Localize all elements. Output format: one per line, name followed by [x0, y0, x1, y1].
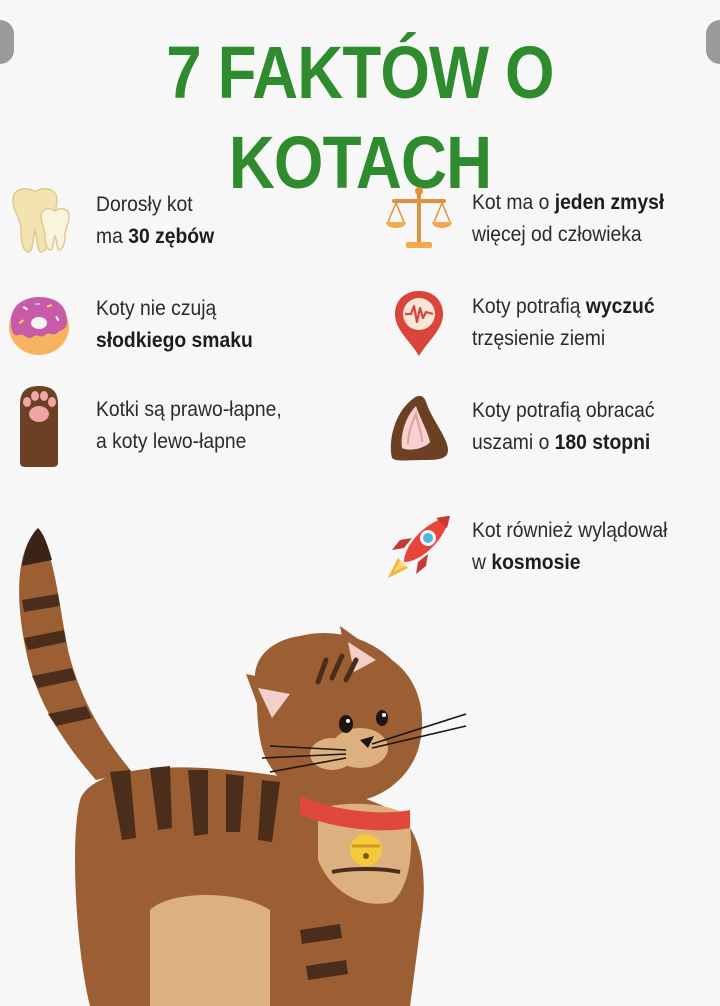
fact-line: Koty potrafią [472, 295, 586, 318]
left-edge-decoration [0, 20, 14, 64]
fact-ears-text: Koty potrafią obracać uszami o 180 stopn… [472, 395, 655, 459]
fact-highlight: 180 stopni [554, 431, 651, 454]
fact-line: Kot również wylądował [472, 519, 668, 542]
fact-line: Kot ma o [472, 191, 555, 214]
fact-paws-text: Kotki są prawo-łapne, a koty lewo-łapne [96, 394, 282, 458]
fact-space-text: Kot również wylądował w kosmosie [472, 515, 667, 579]
fact-earthquake-text: Koty potrafią wyczuć trzęsienie ziemi [472, 291, 655, 355]
fact-highlight: 30 zębów [128, 225, 215, 248]
fact-highlight: wyczuć [585, 295, 655, 318]
fact-teeth: Dorosły kot ma 30 zębów [4, 186, 224, 256]
fact-highlight: jeden zmysł [554, 191, 665, 214]
fact-line: Koty nie czują [96, 297, 217, 320]
fact-senses-text: Kot ma o jeden zmysł więcej od człowieka [472, 187, 664, 251]
fact-sweet-text: Koty nie czują słodkiego smaku [96, 293, 253, 357]
tooth-icon [4, 186, 74, 256]
cat-illustration [19, 528, 467, 1006]
fact-ears: Koty potrafią obracać uszami o 180 stopn… [384, 392, 670, 462]
fact-paws: Kotki są prawo-łapne, a koty lewo-łapne [4, 384, 298, 468]
right-edge-decoration [706, 20, 720, 64]
donut-icon [4, 290, 74, 360]
fact-line: Koty potrafią obracać [472, 399, 655, 422]
fact-line: trzęsienie ziemi [472, 327, 606, 350]
scales-icon [384, 184, 454, 254]
fact-line: Dorosły kot [96, 193, 193, 216]
cat-ear-icon [384, 392, 454, 462]
fact-teeth-text: Dorosły kot ma 30 zębów [96, 189, 214, 253]
fact-line: więcej od człowieka [472, 223, 642, 246]
fact-earthquake: Koty potrafią wyczuć trzęsienie ziemi [384, 288, 670, 358]
fact-line: ma [96, 225, 129, 248]
fact-highlight: kosmosie [491, 551, 581, 574]
paw-icon [4, 384, 74, 468]
page-title: 7 FAKTÓW O KOTACH [166, 31, 554, 204]
fact-highlight: słodkiego smaku [96, 329, 253, 352]
fact-line: a koty lewo-łapne [96, 430, 247, 453]
fact-line: Kotki są prawo-łapne, [96, 398, 282, 421]
fact-line: uszami o [472, 431, 555, 454]
fact-senses: Kot ma o jeden zmysł więcej od człowieka [384, 184, 681, 254]
seismograph-pin-icon [384, 288, 454, 358]
fact-sweet: Koty nie czują słodkiego smaku [4, 290, 266, 360]
